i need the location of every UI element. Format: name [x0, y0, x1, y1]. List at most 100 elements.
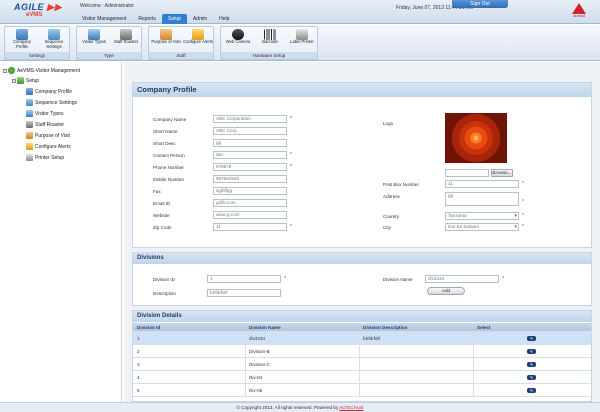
- footer-link[interactable]: ALTECHunt: [339, 405, 363, 410]
- city-label: City: [383, 225, 391, 230]
- website-field[interactable]: www.g.com: [213, 211, 287, 219]
- ribbon-group-settings: Company Profile Sequence Settings Settin…: [4, 26, 70, 60]
- purpose-of-visit-label: Purpose of Visit: [151, 39, 181, 44]
- table-row[interactable]: 2 Division-B ✎: [133, 345, 591, 358]
- tree-root-label: AeVMS-Visitor Management: [17, 67, 80, 74]
- tab-help[interactable]: Help: [213, 14, 235, 24]
- tab-reports[interactable]: Reports: [132, 14, 162, 24]
- staff-roaster-button[interactable]: Staff Roaster: [111, 28, 141, 53]
- country-select[interactable]: Tanzania: [445, 212, 519, 220]
- fax-field[interactable]: sgjhffgg: [213, 187, 287, 195]
- tab-setup[interactable]: Setup: [161, 14, 187, 24]
- company-name-field[interactable]: ABC Corporation: [213, 115, 287, 123]
- sidebar-item-label: Company Profile: [35, 88, 72, 95]
- sidebar-item-label: Sequence Settings: [35, 99, 77, 106]
- footer: © Copyright 2013. All rights reserved. P…: [0, 402, 600, 412]
- collapse-icon[interactable]: −: [3, 68, 7, 73]
- signout-button[interactable]: Sign Out: [452, 0, 508, 8]
- sidebar-item-printer-setup[interactable]: Printer Setup: [26, 154, 64, 161]
- sidebar-item-configure-alerts[interactable]: Configure Alerts: [26, 143, 71, 150]
- sidebar-item-company-profile[interactable]: Company Profile: [26, 88, 72, 95]
- sidebar-item-sequence-settings[interactable]: Sequence Settings: [26, 99, 77, 106]
- purpose-of-visit-icon: [26, 132, 33, 139]
- table-row[interactable]: 1 div3434 fdrfdrfdrf ✎: [133, 332, 591, 345]
- tree-setup-label: Setup: [26, 77, 40, 84]
- ribbon-group-title: Staff: [149, 52, 213, 59]
- sidebar-item-label: Configure Alerts: [35, 143, 71, 150]
- cell-division-id: 2: [137, 349, 140, 354]
- barcode-button[interactable]: Barcode: [255, 28, 285, 53]
- barcode-label: Barcode: [262, 39, 278, 44]
- short-desc-label: Short Desc: [153, 141, 176, 146]
- select-edit-icon[interactable]: ✎: [527, 388, 536, 393]
- short-name-label: Short Name: [153, 129, 178, 134]
- brand-logo: ALTECH: [566, 3, 592, 22]
- web-camera-icon: [232, 29, 244, 40]
- logo-file-field[interactable]: [445, 169, 489, 177]
- sidebar-item-purpose-of-visit[interactable]: Purpose of Visit: [26, 132, 70, 139]
- select-edit-icon[interactable]: ✎: [527, 375, 536, 380]
- email-field[interactable]: g@b.com: [213, 199, 287, 207]
- visitor-types-button[interactable]: Visitor Types: [79, 28, 109, 53]
- configure-alerts-button[interactable]: Configure Alerts: [183, 28, 213, 53]
- cell-division-name: div3434: [249, 336, 266, 341]
- sidebar-item-label: Visitor Types: [35, 110, 64, 117]
- tree-setup[interactable]: − Setup: [12, 77, 39, 84]
- sequence-settings-button[interactable]: Sequence Settings: [39, 28, 69, 53]
- city-select[interactable]: Dar Es Salaam: [445, 223, 519, 231]
- table-row[interactable]: 3 Division-C ✎: [133, 358, 591, 371]
- description-field[interactable]: fdrfdrfdrf: [207, 289, 281, 297]
- column-header: Division Description: [363, 325, 408, 330]
- sidebar-item-label: Printer Setup: [35, 154, 65, 161]
- tree-root[interactable]: − AeVMS-Visitor Management: [3, 67, 80, 74]
- company-profile-label: Company Profile: [13, 39, 31, 49]
- cell-division-name: Div-05: [249, 388, 263, 393]
- division-name-label: Division Name: [383, 277, 413, 282]
- division-id-field[interactable]: 1: [207, 275, 281, 283]
- main-nav: Visitor Management Reports Setup Admin H…: [76, 14, 235, 24]
- post-box-field[interactable]: 11: [445, 180, 519, 188]
- company-profile-icon: [16, 29, 28, 40]
- short-name-field[interactable]: ABC Corp: [213, 127, 287, 135]
- address-field[interactable]: gg: [445, 192, 519, 206]
- required-marker: *: [522, 213, 524, 219]
- mobile-number-field[interactable]: 987654545: [213, 175, 287, 183]
- division-details-panel: Division Details Division Id Division Na…: [132, 310, 592, 402]
- select-edit-icon[interactable]: ✎: [527, 336, 536, 341]
- table-row[interactable]: 4 Div-04 ✎: [133, 371, 591, 384]
- company-profile-button[interactable]: Company Profile: [7, 28, 37, 53]
- label-printer-button[interactable]: Label Printer: [287, 28, 317, 53]
- select-edit-icon[interactable]: ✎: [527, 349, 536, 354]
- tab-visitor-management[interactable]: Visitor Management: [76, 14, 132, 24]
- divisions-panel: Divisions Division ID 1 * Description fd…: [132, 252, 592, 306]
- short-desc-field[interactable]: gg: [213, 139, 287, 147]
- required-marker: *: [284, 276, 286, 282]
- select-edit-icon[interactable]: ✎: [527, 362, 536, 367]
- sidebar-item-label: Staff Roaster: [35, 121, 65, 128]
- division-details-title: Division Details: [133, 311, 591, 322]
- toolbar-ribbon: Company Profile Sequence Settings Settin…: [0, 25, 600, 61]
- cell-division-name: Division-C: [249, 362, 270, 367]
- globe-icon: [8, 67, 15, 74]
- cell-division-name: Div-04: [249, 375, 263, 380]
- sidebar-item-staff-roaster[interactable]: Staff Roaster: [26, 121, 64, 128]
- add-division-button[interactable]: Add: [427, 287, 465, 295]
- fax-label: Fax: [153, 189, 161, 194]
- zip-code-field[interactable]: 11: [213, 223, 287, 231]
- web-camera-button[interactable]: Web Camera: [223, 28, 253, 53]
- required-marker: *: [522, 224, 524, 230]
- purpose-of-visit-button[interactable]: Purpose of Visit: [151, 28, 181, 53]
- phone-number-field[interactable]: 878978: [213, 163, 287, 171]
- browse-button[interactable]: Browse...: [491, 169, 513, 177]
- mobile-number-label: Mobile Number: [153, 177, 185, 182]
- division-name-field[interactable]: div3434: [425, 275, 499, 283]
- printer-icon: [26, 154, 33, 161]
- tab-admin[interactable]: Admin: [187, 14, 213, 24]
- collapse-icon[interactable]: −: [12, 78, 16, 83]
- table-row[interactable]: 5 Div-05 ✎: [133, 384, 591, 397]
- contact-person-field[interactable]: abc: [213, 151, 287, 159]
- company-profile-icon: [26, 88, 33, 95]
- sidebar-item-visitor-types[interactable]: Visitor Types: [26, 110, 63, 117]
- zip-code-label: Zip Code: [153, 225, 172, 230]
- footer-text: © Copyright 2013. All rights reserved. P…: [236, 405, 339, 410]
